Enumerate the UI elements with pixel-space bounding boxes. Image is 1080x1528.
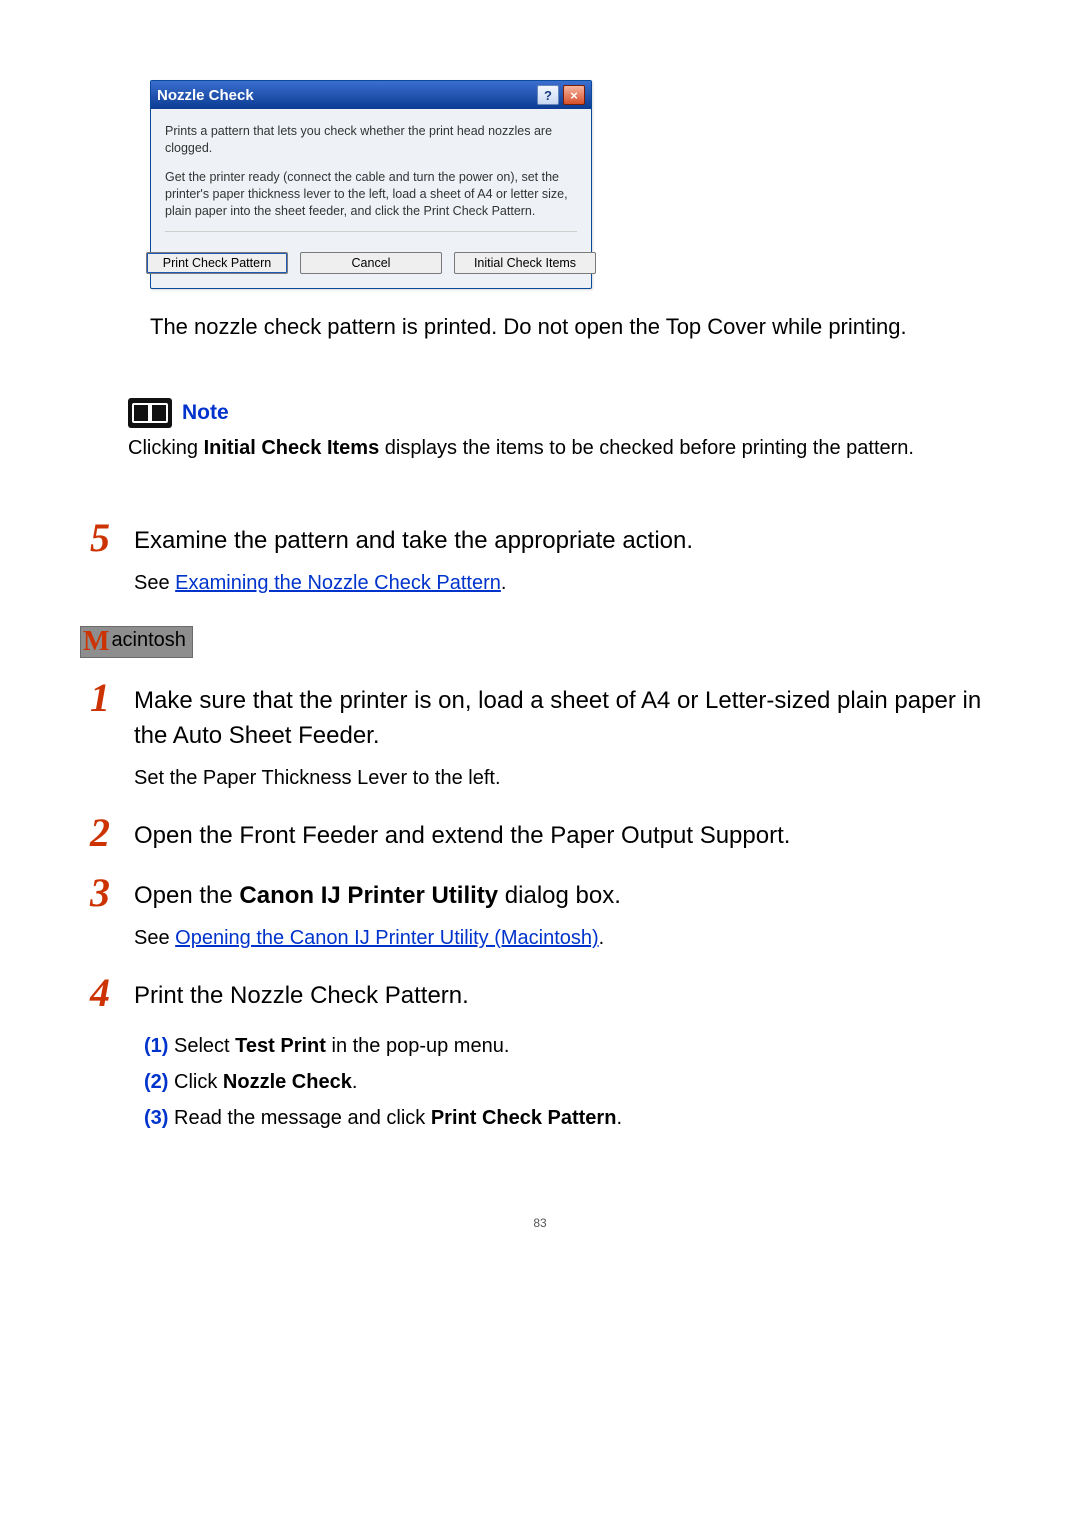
step-text: Print the Nozzle Check Pattern. [134, 973, 1000, 1014]
cancel-button[interactable]: Cancel [300, 252, 442, 274]
step-text: Examine the pattern and take the appropr… [134, 518, 1000, 559]
list-item: (2) Click Nozzle Check. [144, 1064, 1000, 1100]
step-text: Open the Front Feeder and extend the Pap… [134, 813, 1000, 854]
separator [165, 231, 577, 232]
open-utility-link[interactable]: Opening the Canon IJ Printer Utility (Ma… [175, 927, 599, 949]
list-item: (1) Select Test Print in the pop-up menu… [144, 1028, 1000, 1064]
step-number: 1 [90, 678, 120, 718]
mac-step-3: 3 Open the Canon IJ Printer Utility dial… [90, 873, 1000, 914]
dialog-body: Prints a pattern that lets you check whe… [151, 109, 591, 252]
after-dialog-text: The nozzle check pattern is printed. Do … [150, 311, 1000, 343]
mac-step-4-list: (1) Select Test Print in the pop-up menu… [144, 1028, 1000, 1136]
mac-step-3-see: See Opening the Canon IJ Printer Utility… [134, 924, 1000, 953]
print-check-pattern-button[interactable]: Print Check Pattern [146, 252, 288, 274]
dialog-msg-1: Prints a pattern that lets you check whe… [165, 123, 577, 157]
note-text: Clicking Initial Check Items displays th… [128, 434, 1000, 463]
list-item: (3) Read the message and click Print Che… [144, 1100, 1000, 1136]
close-button[interactable]: × [563, 85, 585, 105]
note-block: Note Clicking Initial Check Items displa… [128, 398, 1000, 463]
step-number: 4 [90, 973, 120, 1013]
window-controls: ? × [537, 85, 585, 105]
step-number: 2 [90, 813, 120, 853]
mac-step-1: 1 Make sure that the printer is on, load… [90, 678, 1000, 754]
step-5: 5 Examine the pattern and take the appro… [90, 518, 1000, 559]
dialog-title: Nozzle Check [157, 87, 254, 104]
page-number: 83 [80, 1216, 1000, 1230]
mac-step-1-sub: Set the Paper Thickness Lever to the lef… [134, 764, 1000, 793]
note-heading-text: Note [182, 401, 229, 425]
dialog-button-row: Print Check Pattern Cancel Initial Check… [151, 252, 591, 288]
note-header: Note [128, 398, 1000, 428]
examining-nozzle-link[interactable]: Examining the Nozzle Check Pattern [175, 572, 501, 594]
step-5-see: See Examining the Nozzle Check Pattern. [134, 569, 1000, 598]
dialog-titlebar[interactable]: Nozzle Check ? × [151, 81, 591, 109]
step-text: Open the Canon IJ Printer Utility dialog… [134, 873, 1000, 914]
step-number: 3 [90, 873, 120, 913]
mac-step-2: 2 Open the Front Feeder and extend the P… [90, 813, 1000, 854]
macintosh-badge: Macintosh [80, 626, 193, 658]
mac-step-4: 4 Print the Nozzle Check Pattern. [90, 973, 1000, 1014]
initial-check-items-button[interactable]: Initial Check Items [454, 252, 596, 274]
note-icon [128, 398, 172, 428]
step-text: Make sure that the printer is on, load a… [134, 678, 1000, 754]
step-number: 5 [90, 518, 120, 558]
nozzle-check-dialog: Nozzle Check ? × Prints a pattern that l… [150, 80, 592, 289]
help-button[interactable]: ? [537, 85, 559, 105]
dialog-msg-2: Get the printer ready (connect the cable… [165, 169, 577, 220]
